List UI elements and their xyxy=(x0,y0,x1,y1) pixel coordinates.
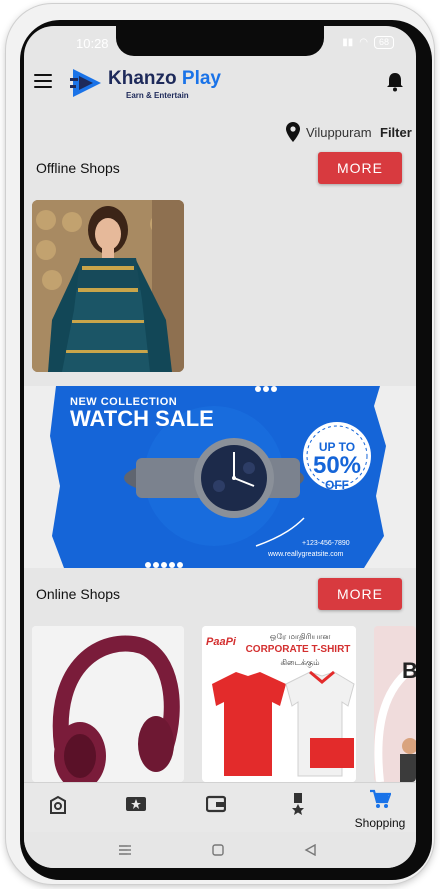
nav-item-wallet[interactable] xyxy=(186,789,246,829)
tshirt-tamil-top: ஒரே மாதிரியான xyxy=(269,632,331,641)
offline-more-button[interactable]: MORE xyxy=(318,152,402,184)
offline-shops-title: Offline Shops xyxy=(36,160,120,176)
tshirt-brand: PaaPi xyxy=(206,636,236,648)
location-city[interactable]: Viluppuram xyxy=(306,125,372,140)
offline-shop-card[interactable] xyxy=(32,200,184,372)
banner-phone: +123-456-7890 xyxy=(302,540,350,547)
battery-icon: 68 xyxy=(373,36,394,49)
tshirt-title: CORPORATE T-SHIRT xyxy=(245,644,351,655)
offline-shop-image xyxy=(32,200,184,372)
back-icon[interactable] xyxy=(304,844,316,856)
brand-title: Khanzo Play xyxy=(108,68,221,90)
system-navigation-bar xyxy=(24,832,416,868)
product-card-tshirt[interactable]: PaaPi ஒரே மாதிரியான CORPORATE T-SHIRT கி… xyxy=(202,626,356,782)
bottom-navigation: Shopping xyxy=(24,782,416,833)
filter-button[interactable]: Filter xyxy=(380,125,412,140)
home-square-icon[interactable] xyxy=(212,844,224,856)
wifi-icon: ◠ xyxy=(359,37,368,48)
menu-icon[interactable] xyxy=(34,74,52,88)
location-bar: Viluppuram Filter xyxy=(24,122,416,144)
app-logo: Khanzo Play Earn & Entertain xyxy=(70,64,230,104)
status-time: 10:28 xyxy=(76,36,109,51)
signal-icon: ▮▮ xyxy=(342,37,354,48)
nav-item-rewards[interactable] xyxy=(268,789,328,829)
online-more-button[interactable]: MORE xyxy=(318,578,402,610)
medal-icon xyxy=(292,793,304,815)
wallet-icon xyxy=(205,795,227,813)
notification-bell-icon[interactable] xyxy=(386,72,404,92)
banner-headline: WATCH SALE xyxy=(70,406,214,431)
product-card-headphones[interactable] xyxy=(32,626,184,782)
tshirt-tamil-bottom: கிடைக்கும் xyxy=(280,658,320,667)
play-logo-icon xyxy=(70,69,101,97)
online-products-row: PaaPi ஒரே மாதிரியான CORPORATE T-SHIRT கி… xyxy=(24,626,416,782)
watch-sale-banner[interactable]: NEW COLLECTION WATCH SALE UP TO 50% OFF … xyxy=(24,386,416,568)
product-card-partial[interactable]: B xyxy=(374,626,416,782)
camera-notch xyxy=(116,26,324,56)
shop-icon xyxy=(50,795,66,814)
discount-suffix: OFF xyxy=(325,478,349,492)
discount-value: 50% xyxy=(312,452,362,479)
brand-tagline: Earn & Entertain xyxy=(126,91,189,100)
shopping-cart-icon xyxy=(370,789,392,808)
partial-product-image xyxy=(374,626,416,782)
ticket-star-icon xyxy=(126,797,146,811)
banner-website: www.reallygreatsite.com xyxy=(268,551,344,558)
app-screen: 10:28 ▮▮ ◠ 68 Khanzo Play Earn & Enterta… xyxy=(24,26,416,868)
nav-item-home[interactable] xyxy=(28,789,88,829)
brand-name-play: Play xyxy=(181,68,221,89)
location-pin-icon[interactable] xyxy=(286,122,300,142)
online-shops-title: Online Shops xyxy=(36,586,121,602)
nav-label-shopping: Shopping xyxy=(354,816,406,830)
partial-letter: B xyxy=(402,658,416,683)
headphones-image xyxy=(32,626,184,782)
nav-item-shopping[interactable]: Shopping xyxy=(348,789,412,830)
nav-item-tickets[interactable] xyxy=(106,789,166,829)
app-header: Khanzo Play Earn & Entertain xyxy=(24,60,416,108)
recents-icon[interactable] xyxy=(118,844,132,856)
status-icons: ▮▮ ◠ 68 xyxy=(342,36,394,49)
brand-name: Khanzo xyxy=(108,68,177,89)
